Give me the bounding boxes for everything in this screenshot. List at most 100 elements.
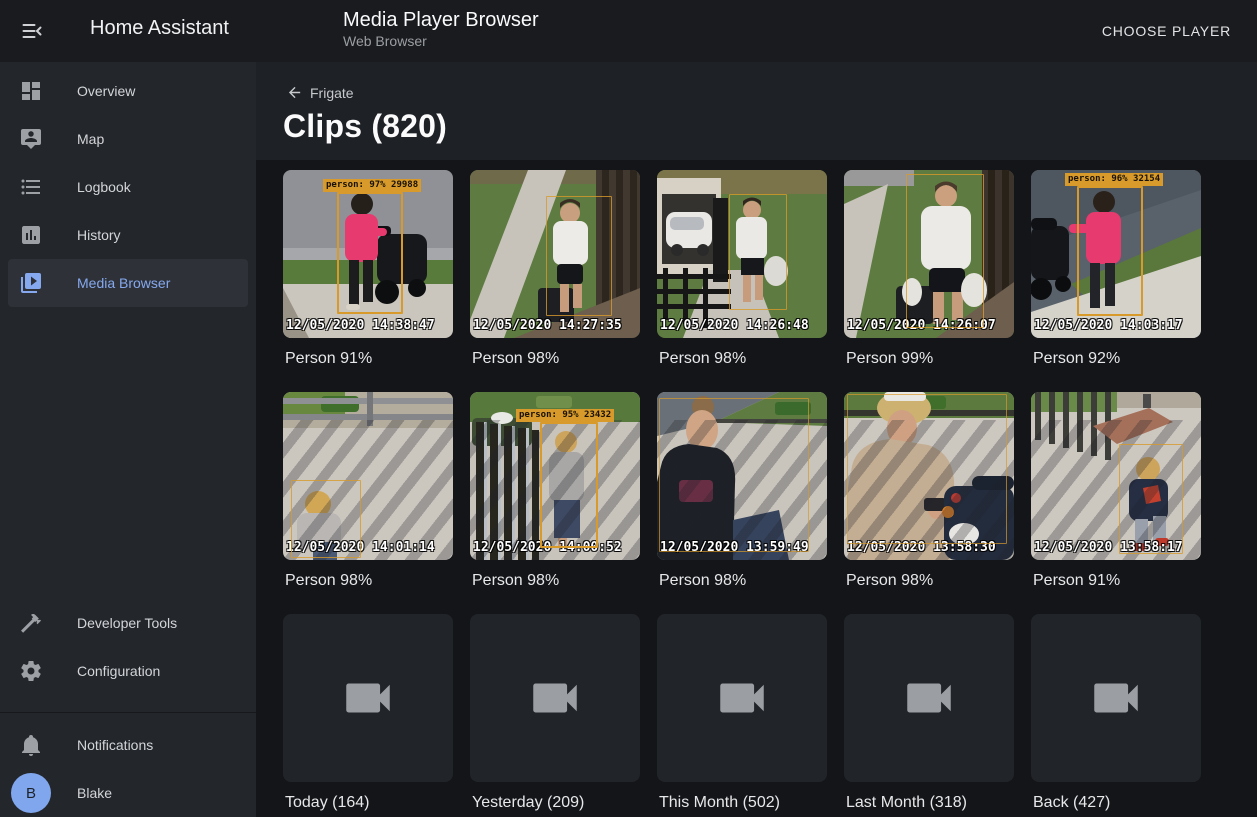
detection-label: person: 97% 29988 bbox=[323, 179, 421, 192]
folder-title: Last Month (318) bbox=[846, 794, 1012, 812]
folder-tile[interactable] bbox=[657, 614, 827, 782]
clip-thumbnail[interactable]: person: 95% 23432 12/05/2020 14:00:52 bbox=[470, 392, 640, 560]
sidebar-item-label: Overview bbox=[77, 83, 135, 99]
detection-bounding-box bbox=[659, 398, 809, 552]
video-icon bbox=[339, 669, 397, 727]
detection-bounding-box bbox=[337, 192, 403, 314]
clip-title: Person 91% bbox=[1033, 572, 1199, 590]
detection-bounding-box bbox=[540, 422, 598, 548]
app-bar: Home Assistant Media Player Browser Web … bbox=[0, 0, 1257, 62]
sidebar-item-notifications[interactable]: Notifications bbox=[8, 721, 248, 769]
clip-thumbnail[interactable]: 12/05/2020 14:01:14 bbox=[283, 392, 453, 560]
folder-card-yesterday: Yesterday (209) bbox=[470, 614, 640, 817]
detection-label: person: 95% 23432 bbox=[516, 409, 614, 422]
sidebar-toggle-button[interactable] bbox=[20, 19, 44, 43]
clip-card: 12/05/2020 14:26:48 Person 98% bbox=[657, 170, 827, 392]
account-location-icon bbox=[19, 127, 43, 151]
sidebar-item-label: Notifications bbox=[77, 737, 153, 753]
page-title: Media Player Browser bbox=[343, 8, 539, 32]
detection-bounding-box bbox=[847, 394, 1007, 544]
clip-title: Person 98% bbox=[659, 572, 825, 590]
folder-title: Back (427) bbox=[1033, 794, 1199, 812]
sidebar-item-developer-tools[interactable]: Developer Tools bbox=[8, 599, 248, 647]
video-icon bbox=[526, 669, 584, 727]
sidebar-item-label: Map bbox=[77, 131, 104, 147]
folder-title: Today (164) bbox=[285, 794, 451, 812]
clips-grid: person: 97% 29988 12/05/2020 14:38:47 Pe… bbox=[256, 160, 1257, 817]
clip-thumbnail[interactable]: 12/05/2020 14:26:07 bbox=[844, 170, 1014, 338]
clip-thumbnail[interactable]: 12/05/2020 14:27:35 bbox=[470, 170, 640, 338]
clip-card: person: 95% 23432 12/05/2020 14:00:52 Pe… bbox=[470, 392, 640, 614]
clip-card: person: 97% 29988 12/05/2020 14:38:47 Pe… bbox=[283, 170, 453, 392]
folder-title: Yesterday (209) bbox=[472, 794, 638, 812]
clip-thumbnail[interactable]: person: 97% 29988 12/05/2020 14:38:47 bbox=[283, 170, 453, 338]
sidebar-divider bbox=[0, 712, 256, 713]
folder-card-last-month: Last Month (318) bbox=[844, 614, 1014, 817]
sidebar-item-overview[interactable]: Overview bbox=[8, 67, 248, 115]
clip-card: 12/05/2020 13:58:17 Person 91% bbox=[1031, 392, 1201, 614]
clip-thumbnail[interactable]: person: 96% 32154 12/05/2020 14:03:17 bbox=[1031, 170, 1201, 338]
detection-bounding-box bbox=[1119, 444, 1183, 554]
clip-card: 12/05/2020 14:27:35 Person 98% bbox=[470, 170, 640, 392]
sidebar-profile[interactable]: B Blake bbox=[8, 769, 248, 817]
breadcrumb-back-frigate[interactable]: Frigate bbox=[286, 84, 354, 101]
folder-tile[interactable] bbox=[283, 614, 453, 782]
clip-title: Person 91% bbox=[285, 350, 451, 368]
sidebar-item-label: Media Browser bbox=[77, 275, 170, 291]
sidebar-item-map[interactable]: Map bbox=[8, 115, 248, 163]
folder-tile[interactable] bbox=[470, 614, 640, 782]
detection-bounding-box bbox=[1077, 186, 1143, 316]
sidebar-item-label: Logbook bbox=[77, 179, 131, 195]
view-dashboard-icon bbox=[19, 79, 43, 103]
sidebar-item-logbook[interactable]: Logbook bbox=[8, 163, 248, 211]
sidebar-item-history[interactable]: History bbox=[8, 211, 248, 259]
folder-tile[interactable] bbox=[844, 614, 1014, 782]
bell-icon bbox=[19, 733, 43, 757]
breadcrumb-label: Frigate bbox=[310, 85, 354, 101]
clip-thumbnail[interactable]: 12/05/2020 14:26:48 bbox=[657, 170, 827, 338]
folder-card-this-month: This Month (502) bbox=[657, 614, 827, 817]
page-section-title: Clips (820) bbox=[283, 108, 447, 145]
sidebar: Overview Map Logbook History Media Brows… bbox=[0, 62, 256, 817]
clip-title: Person 99% bbox=[846, 350, 1012, 368]
clip-card: 12/05/2020 13:59:49 Person 98% bbox=[657, 392, 827, 614]
clip-thumbnail[interactable]: 12/05/2020 13:59:49 bbox=[657, 392, 827, 560]
video-icon bbox=[900, 669, 958, 727]
detection-bounding-box bbox=[906, 174, 984, 328]
folder-title: This Month (502) bbox=[659, 794, 825, 812]
content-body: person: 97% 29988 12/05/2020 14:38:47 Pe… bbox=[256, 160, 1257, 817]
sidebar-item-label: History bbox=[77, 227, 121, 243]
sidebar-item-media-browser[interactable]: Media Browser bbox=[8, 259, 248, 307]
sidebar-item-label: Developer Tools bbox=[77, 615, 177, 631]
clip-title: Person 98% bbox=[659, 350, 825, 368]
clip-card: 12/05/2020 13:58:30 Person 98% bbox=[844, 392, 1014, 614]
clip-card: 12/05/2020 14:01:14 Person 98% bbox=[283, 392, 453, 614]
detection-bounding-box bbox=[729, 194, 787, 310]
clip-title: Person 98% bbox=[472, 350, 638, 368]
choose-player-button[interactable]: CHOOSE PLAYER bbox=[1096, 22, 1237, 40]
profile-name: Blake bbox=[77, 785, 112, 801]
clip-thumbnail[interactable]: 12/05/2020 13:58:30 bbox=[844, 392, 1014, 560]
clip-thumbnail[interactable]: 12/05/2020 13:58:17 bbox=[1031, 392, 1201, 560]
sidebar-item-label: Configuration bbox=[77, 663, 160, 679]
sidebar-toggle-icon bbox=[20, 31, 44, 46]
avatar: B bbox=[11, 773, 51, 813]
folder-tile[interactable] bbox=[1031, 614, 1201, 782]
sidebar-spacer bbox=[0, 307, 256, 599]
chart-box-icon bbox=[19, 223, 43, 247]
detection-bounding-box bbox=[546, 196, 612, 316]
list-bulleted-icon bbox=[19, 175, 43, 199]
app-title: Home Assistant bbox=[90, 17, 229, 40]
sidebar-main-items: Overview Map Logbook History Media Brows… bbox=[0, 62, 256, 307]
clip-title: Person 92% bbox=[1033, 350, 1199, 368]
clip-card: person: 96% 32154 12/05/2020 14:03:17 Pe… bbox=[1031, 170, 1201, 392]
folder-card-back: Back (427) bbox=[1031, 614, 1201, 817]
page-subtitle: Web Browser bbox=[343, 33, 539, 50]
clip-title: Person 98% bbox=[472, 572, 638, 590]
play-box-multiple-icon bbox=[19, 271, 43, 295]
gear-icon bbox=[19, 659, 43, 683]
clip-timestamp: 12/05/2020 14:38:47 bbox=[286, 318, 435, 333]
sidebar-item-configuration[interactable]: Configuration bbox=[8, 647, 248, 695]
folder-card-today: Today (164) bbox=[283, 614, 453, 817]
hammer-icon bbox=[19, 611, 43, 635]
